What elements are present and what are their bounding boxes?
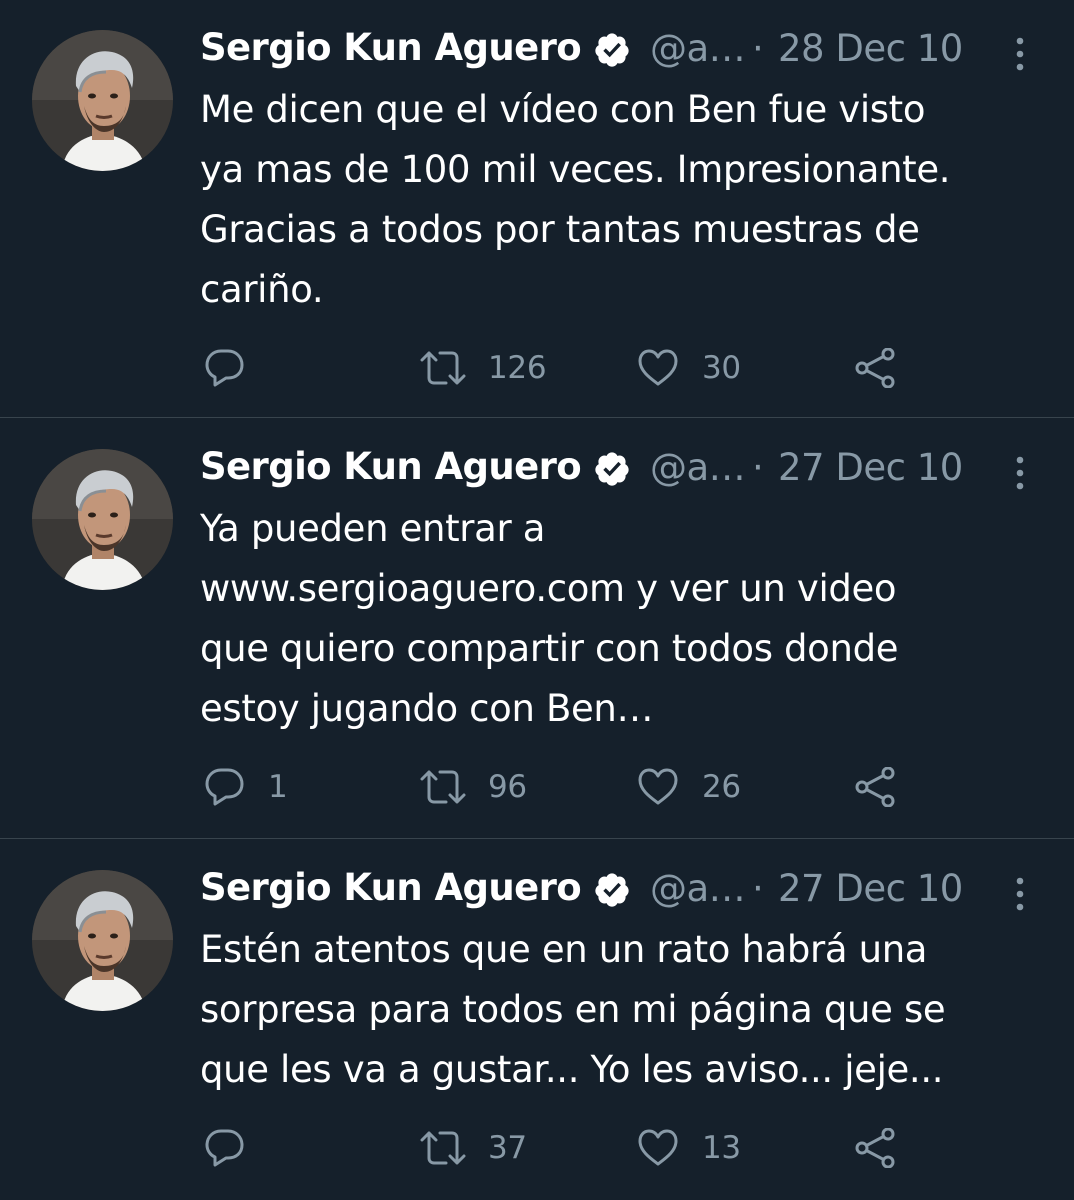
tweet-header: Sergio Kun Aguero @a… · 27 Dec 10 xyxy=(200,441,1030,497)
tweet-actions: 1 96 26 xyxy=(200,759,920,815)
tweet[interactable]: Sergio Kun Aguero @a… · 28 Dec 10 Me dic… xyxy=(0,0,1074,418)
avatar[interactable] xyxy=(32,449,173,590)
tweet-text-line: estoy jugando con Ben… xyxy=(200,687,654,730)
retweet-icon xyxy=(420,770,466,804)
tweet-header: Sergio Kun Aguero @a… · 28 Dec 10 xyxy=(200,22,1030,78)
reply-count: 1 xyxy=(268,769,288,805)
heart-icon xyxy=(638,768,678,805)
author-handle[interactable]: @a… xyxy=(650,27,746,70)
tweet-date[interactable]: 28 Dec 10 xyxy=(778,27,963,70)
tweet[interactable]: Sergio Kun Aguero @a… · 27 Dec 10 Estén … xyxy=(0,840,1074,1200)
author-name[interactable]: Sergio Kun Aguero xyxy=(200,445,582,488)
tweet-text-line: que quiero compartir con todos donde xyxy=(200,627,899,670)
author-name[interactable]: Sergio Kun Aguero xyxy=(200,26,582,69)
tweet-text-line: Gracias a todos por tantas muestras de xyxy=(200,208,920,251)
verified-badge-icon xyxy=(595,873,629,907)
tweet-text-line: Ya pueden entrar a xyxy=(200,507,546,550)
heart-icon xyxy=(638,1129,678,1166)
author-handle[interactable]: @a… xyxy=(650,446,746,489)
tweet-date[interactable]: 27 Dec 10 xyxy=(778,867,963,910)
tweet-text-line: cariño. xyxy=(200,268,324,311)
retweet-count: 126 xyxy=(488,350,547,386)
tweet-text-line: Me dicen que el vídeo con Ben fue visto xyxy=(200,88,926,131)
like-count: 26 xyxy=(702,769,741,805)
tweet-text: Me dicen que el vídeo con Ben fue visto … xyxy=(200,80,1040,320)
tweet-actions: 37 13 xyxy=(200,1120,920,1176)
tweet-date[interactable]: 27 Dec 10 xyxy=(778,446,963,489)
like-count: 13 xyxy=(702,1130,741,1166)
verified-badge-icon xyxy=(595,33,629,67)
heart-icon xyxy=(638,349,678,386)
more-options-icon[interactable] xyxy=(1012,874,1028,914)
tweet-text-line: sorpresa para todos en mi página que se xyxy=(200,988,946,1031)
retweet-icon xyxy=(420,1131,466,1165)
tweet-text: Ya pueden entrar a www.sergioaguero.com … xyxy=(200,499,1040,739)
author-name[interactable]: Sergio Kun Aguero xyxy=(200,866,582,909)
verified-badge-icon xyxy=(595,452,629,486)
tweet-text-line: Estén atentos que en un rato habrá una xyxy=(200,928,928,971)
reply-icon xyxy=(205,768,244,806)
tweet-text-link-line[interactable]: www.sergioaguero.com y ver un video xyxy=(200,559,1040,619)
share-icon xyxy=(855,767,895,807)
share-icon xyxy=(855,348,895,388)
avatar[interactable] xyxy=(32,870,173,1011)
tweet-text: Estén atentos que en un rato habrá una s… xyxy=(200,920,1040,1100)
author-handle[interactable]: @a… xyxy=(650,867,746,910)
tweet-actions: 126 30 xyxy=(200,340,920,396)
retweet-icon xyxy=(420,351,466,385)
retweet-count: 37 xyxy=(488,1130,527,1166)
avatar[interactable] xyxy=(32,30,173,171)
reply-icon xyxy=(205,1129,244,1167)
more-options-icon[interactable] xyxy=(1012,34,1028,74)
tweet[interactable]: Sergio Kun Aguero @a… · 27 Dec 10 Ya pue… xyxy=(0,419,1074,839)
separator: · xyxy=(752,446,764,489)
tweet-text-line: ya mas de 100 mil veces. Impresionante. xyxy=(200,148,951,191)
more-options-icon[interactable] xyxy=(1012,453,1028,493)
tweet-header: Sergio Kun Aguero @a… · 27 Dec 10 xyxy=(200,862,1030,918)
tweet-text-line: que les va a gustar... Yo les aviso... j… xyxy=(200,1048,944,1091)
separator: · xyxy=(752,867,764,910)
like-count: 30 xyxy=(702,350,741,386)
reply-icon xyxy=(205,349,244,387)
share-icon xyxy=(855,1128,895,1168)
separator: · xyxy=(752,27,764,70)
retweet-count: 96 xyxy=(488,769,527,805)
